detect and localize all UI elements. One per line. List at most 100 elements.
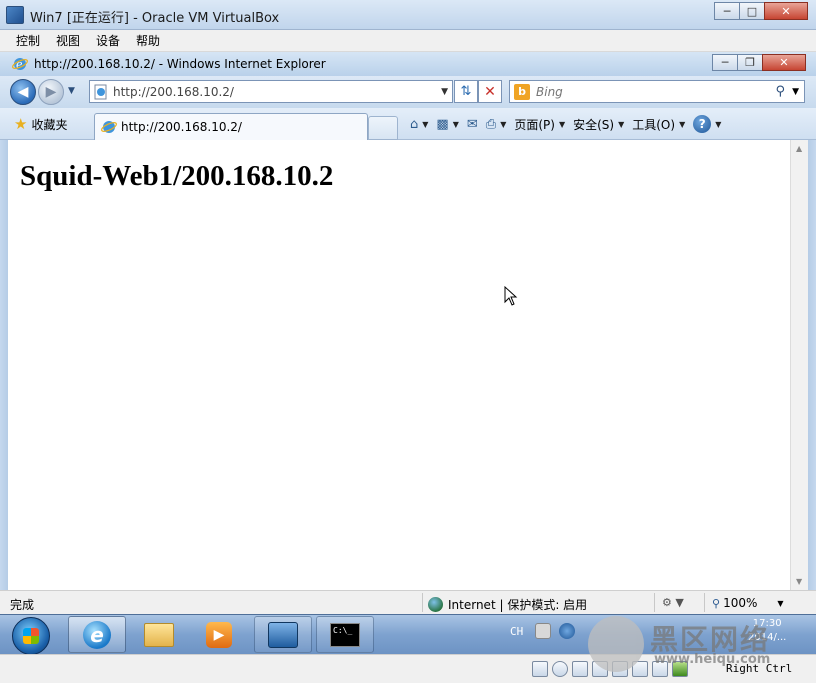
scroll-up-icon[interactable]: ▲ (796, 144, 802, 153)
vbox-window-title: Win7 [正在运行] - Oracle VM VirtualBox (30, 11, 280, 26)
ie-page-icon (94, 84, 107, 99)
menu-view[interactable]: 视图 (56, 32, 80, 49)
rss-icon: ▩ (436, 116, 449, 132)
page-content: Squid-Web1/200.168.10.2 (8, 140, 790, 590)
hard-disk-icon[interactable] (532, 661, 548, 677)
star-icon: ★ (14, 115, 28, 133)
ie-title-bar: e http://200.168.10.2/ - Windows Interne… (0, 52, 816, 76)
zoom-control[interactable]: ⚲ 100% ▼ (712, 596, 784, 610)
read-mail-button[interactable]: ✉ (467, 117, 478, 132)
search-box[interactable]: b ⚲ ▼ (509, 80, 805, 103)
address-url[interactable]: http://200.168.10.2/ (113, 85, 441, 99)
search-dropdown-icon[interactable]: ▼ (792, 87, 799, 97)
minimize-button[interactable]: ─ (714, 2, 740, 20)
usb-icon[interactable] (572, 661, 588, 677)
menu-help[interactable]: 帮助 (136, 32, 160, 49)
ie-icon: e (12, 58, 28, 71)
recent-pages-dropdown-icon[interactable]: ▼ (68, 86, 75, 96)
status-text: 完成 (10, 598, 35, 612)
stop-button[interactable]: ✕ (478, 80, 502, 103)
close-button[interactable]: ✕ (764, 2, 808, 20)
vertical-scrollbar[interactable]: ▲ ▼ (790, 140, 808, 590)
home-dropdown-icon[interactable]: ▼ (422, 120, 428, 129)
back-button[interactable]: ◀ (10, 79, 36, 105)
ie-tab-icon (101, 121, 117, 133)
help-dropdown-icon[interactable]: ▼ (715, 120, 721, 129)
mail-icon: ✉ (466, 116, 478, 132)
menu-devices[interactable]: 设备 (96, 32, 120, 49)
feeds-button[interactable]: ▩ ▼ (436, 117, 458, 132)
zoom-dropdown-icon[interactable]: ▼ (777, 599, 783, 608)
keyboard-icon[interactable] (535, 623, 552, 639)
taskbar-media-player-button[interactable]: ▶ (190, 616, 248, 653)
status-divider (654, 593, 655, 612)
tools-menu[interactable]: 工具(O) ▼ (632, 116, 685, 133)
feeds-dropdown-icon[interactable]: ▼ (453, 120, 459, 129)
network-icon (268, 621, 298, 648)
tab-current[interactable]: http://200.168.10.2/ (94, 113, 368, 140)
chevron-down-icon: ▼ (618, 119, 625, 129)
command-prompt-icon: C:\_ (330, 622, 360, 647)
ie-command-bar: ★ 收藏夹 http://200.168.10.2/ ⌂ ▼ ▩ ▼ ✉ ⎙ ▼ 页面… (0, 108, 816, 140)
vbox-menu-bar: 控制 视图 设备 帮助 (0, 30, 816, 52)
vbox-title-bar: Win7 [正在运行] - Oracle VM VirtualBox ─ □ ✕ (0, 0, 816, 30)
zoom-icon: ⚲ (712, 596, 721, 610)
popup-blocker-icon[interactable]: ⚙ ▼ (662, 596, 684, 609)
new-tab-button[interactable] (368, 116, 398, 140)
internet-explorer-icon: e (83, 620, 111, 649)
home-icon: ⌂ (410, 116, 419, 132)
status-divider (704, 593, 705, 612)
page-menu[interactable]: 页面(P) ▼ (514, 116, 565, 133)
ie-minimize-button[interactable]: ─ (712, 54, 738, 71)
security-zone[interactable]: Internet | 保护模式: 启用 (428, 596, 587, 613)
page-menu-label: 页面(P) (514, 117, 555, 132)
virtualbox-icon (6, 6, 24, 24)
refresh-button[interactable]: ⇅ (454, 80, 478, 103)
start-button[interactable] (12, 617, 50, 655)
system-tray: CH (510, 623, 583, 639)
favorites-label: 收藏夹 (31, 117, 68, 132)
safety-menu[interactable]: 安全(S) ▼ (573, 116, 624, 133)
favorites-button[interactable]: ★ 收藏夹 (14, 115, 67, 133)
mouse-pointer-icon (504, 286, 518, 306)
window-frame-right (808, 140, 816, 590)
chevron-down-icon: ▼ (679, 119, 686, 129)
optical-drive-icon[interactable] (552, 661, 568, 677)
menu-control[interactable]: 控制 (16, 32, 40, 49)
search-input[interactable] (536, 84, 776, 99)
chevron-down-icon: ▼ (558, 119, 566, 129)
help-icon: ? (693, 115, 712, 133)
zoom-level: 100% (723, 596, 758, 610)
tab-title: http://200.168.10.2/ (121, 120, 242, 134)
page-heading: Squid-Web1/200.168.10.2 (20, 160, 334, 192)
ie-window-controls: ─ ❐ ✕ (712, 54, 806, 71)
language-indicator[interactable]: CH (510, 625, 523, 638)
printer-icon: ⎙ (485, 116, 497, 132)
taskbar-network-button[interactable] (254, 616, 312, 653)
safety-menu-label: 安全(S) (573, 117, 615, 132)
forward-button[interactable]: ▶ (38, 79, 64, 105)
vbox-window-controls: ─ □ ✕ (714, 2, 808, 20)
print-button[interactable]: ⎙ ▼ (486, 117, 507, 132)
ie-restore-button[interactable]: ❐ (737, 54, 763, 71)
taskbar-ie-button[interactable]: e (68, 616, 126, 653)
zone-text: Internet | 保护模式: 启用 (448, 598, 588, 612)
help-tray-icon[interactable] (559, 623, 576, 639)
status-divider (422, 593, 423, 612)
media-player-icon: ▶ (206, 621, 232, 648)
bing-icon: b (514, 83, 530, 100)
home-button[interactable]: ⌂ ▼ (410, 117, 428, 132)
address-dropdown-icon[interactable]: ▼ (441, 87, 448, 97)
ie-window-title: http://200.168.10.2/ - Windows Internet … (34, 57, 326, 71)
print-dropdown-icon[interactable]: ▼ (500, 120, 506, 129)
scroll-down-icon[interactable]: ▼ (796, 577, 802, 586)
address-bar[interactable]: http://200.168.10.2/ ▼ (89, 80, 453, 103)
ie-navigation-bar: ◀ ▶ ▼ http://200.168.10.2/ ▼ ⇅ ✕ b ⚲ ▼ (0, 76, 816, 108)
taskbar-cmd-button[interactable]: C:\_ (316, 616, 374, 653)
watermark-logo-icon (588, 616, 644, 672)
maximize-button[interactable]: □ (739, 2, 765, 20)
ie-close-button[interactable]: ✕ (762, 54, 806, 71)
help-button[interactable]: ? ▼ (693, 115, 721, 133)
taskbar-explorer-button[interactable] (130, 616, 188, 653)
search-icon[interactable]: ⚲ (776, 84, 786, 99)
